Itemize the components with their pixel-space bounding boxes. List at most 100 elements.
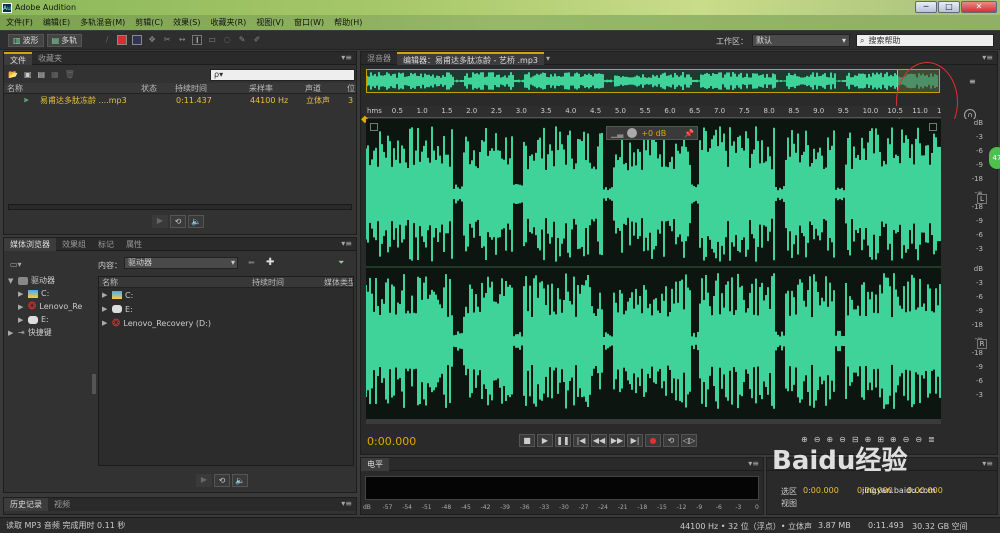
goto-end-button[interactable]: ▶| (627, 434, 643, 447)
open-file-icon[interactable]: 📂 (8, 70, 18, 79)
loop-playback-button[interactable]: ⟲ (663, 434, 679, 447)
spectral-pitch-icon[interactable] (132, 35, 143, 45)
goto-start-button[interactable]: |◀ (573, 434, 589, 447)
db-scale[interactable]: dB -3 -6 -9 -18 -∞ -18 -9 -6 -3 dB -3 -6 -9 -18 -∞ -18 -9… (941, 119, 989, 419)
menu-effects[interactable]: 效果(S) (173, 17, 200, 28)
panel-menu-icon[interactable]: ▾≡ (341, 239, 352, 248)
menu-window[interactable]: 窗口(W) (294, 17, 324, 28)
workspace-select[interactable]: 默认 ▾ (752, 34, 850, 47)
overview-menu-icon[interactable]: ≡ (969, 77, 976, 86)
tab-effects-rack[interactable]: 效果组 (56, 238, 92, 251)
current-time[interactable]: 0:00.000 (367, 435, 416, 448)
fade-out-handle[interactable] (929, 123, 937, 131)
minimize-button[interactable]: ─ (915, 1, 937, 13)
channel-left-toggle[interactable]: L (977, 194, 987, 204)
marquee-tool-icon[interactable]: ▭ (207, 35, 217, 45)
menu-view[interactable]: 视图(V) (256, 17, 284, 28)
tree-splitter[interactable] (92, 374, 96, 394)
delete-icon[interactable]: 🗑 (65, 70, 75, 79)
waveform-view-button[interactable]: ▥ 波形 (8, 33, 44, 47)
tab-video[interactable]: 视频 (48, 498, 76, 511)
play-preview-icon[interactable]: ▶ (152, 215, 168, 228)
back-arrow-icon[interactable]: ⬅ (248, 258, 255, 267)
menu-file[interactable]: 文件(F) (6, 17, 33, 28)
help-search-input[interactable]: ⌕ 搜索帮助 (856, 34, 994, 47)
menu-multitrack[interactable]: 多轨混音(M) (80, 17, 125, 28)
tab-media-browser[interactable]: 媒体浏览器 (4, 237, 56, 251)
insert-icon[interactable]: ▦ (51, 70, 59, 79)
tab-markers[interactable]: 标记 (92, 238, 120, 251)
col-media-name[interactable]: 名称 (99, 277, 249, 287)
skip-selection-button[interactable]: ◁▷ (681, 434, 697, 447)
brush-tool-icon[interactable]: ✎ (237, 35, 247, 45)
play-button[interactable]: ▶ (537, 434, 553, 447)
move-tool-icon[interactable]: ✥ (147, 35, 157, 45)
spot-heal-tool-icon[interactable]: ✐ (252, 35, 262, 45)
tree-item-lenovo[interactable]: ▶ ❂ Lenovo_Re (8, 300, 92, 313)
tab-favorites[interactable]: 收藏夹 (32, 52, 68, 65)
panel-menu-icon[interactable]: ▾≡ (341, 499, 352, 508)
volume-knob-icon[interactable] (627, 128, 638, 138)
col-media-type[interactable]: 媒体类型 (321, 277, 353, 287)
stop-button[interactable]: ■ (519, 434, 535, 447)
panel-menu-icon[interactable]: ▾≡ (341, 53, 352, 62)
col-channels[interactable]: 声道 (302, 83, 344, 93)
import-icon[interactable]: ▣ (24, 70, 32, 79)
tab-history[interactable]: 历史记录 (4, 498, 48, 511)
waveform-overview[interactable] (366, 69, 940, 93)
media-item-lenovo[interactable]: ▶ ❂ Lenovo_Recovery (D:) (99, 316, 353, 330)
panel-menu-icon[interactable]: ▾≡ (748, 459, 759, 468)
media-item-e[interactable]: ▶ E: (99, 302, 353, 316)
close-button[interactable]: ✕ (961, 1, 997, 13)
rewind-button[interactable]: ◀◀ (591, 434, 607, 447)
files-horizontal-scrollbar[interactable] (8, 204, 352, 210)
editor-dropdown-icon[interactable]: ▾ (546, 54, 550, 63)
record-button[interactable]: ● (645, 434, 661, 447)
hud-volume[interactable]: ▁▃ +0 dB 📌 (606, 126, 698, 140)
time-ruler[interactable]: hms 0.5 1.0 1.5 2.0 2.5 3.0 3.5 4.0 4.5 5.0 5.5 6.0 6… (366, 106, 941, 118)
menu-edit[interactable]: 编辑(E) (43, 17, 70, 28)
zoom-all-icon[interactable]: ⊖ (915, 435, 922, 444)
content-select[interactable]: 驱动器 ▾ (124, 257, 238, 269)
channel-right-toggle[interactable]: R (977, 339, 987, 349)
menu-favorites[interactable]: 收藏夹(R) (210, 17, 246, 28)
filter-icon[interactable]: ⏷ (338, 258, 344, 268)
display-toggle-icon[interactable]: ▭▾ (10, 260, 22, 269)
panel-menu-icon[interactable]: ▾≡ (982, 459, 993, 468)
col-rate[interactable]: 采样率 (246, 83, 302, 93)
zoom-menu-icon[interactable]: ≣ (928, 435, 935, 444)
menu-clip[interactable]: 剪辑(C) (135, 17, 163, 28)
new-file-icon[interactable]: ▤ (38, 70, 46, 79)
slip-tool-icon[interactable]: ↔ (177, 35, 187, 45)
waveform-display[interactable]: ▁▃ +0 dB 📌 (366, 119, 941, 419)
media-item-c[interactable]: ▶ C: (99, 288, 353, 302)
multitrack-view-button[interactable]: ▤ 多轨 (46, 33, 83, 47)
editor-scrollbar[interactable] (366, 419, 941, 424)
tab-editor[interactable]: 编辑器：易甫达多肽冻龄 - 艺桥 .mp3 (397, 51, 545, 65)
menu-help[interactable]: 帮助(H) (334, 17, 362, 28)
col-media-duration[interactable]: 持续时间 (249, 277, 321, 287)
play-preview-icon[interactable]: ▶ (196, 474, 212, 487)
tree-item-e[interactable]: ▶ E: (8, 313, 92, 326)
razor-tool-icon[interactable]: ✂ (162, 35, 172, 45)
col-duration[interactable]: 持续时间 (172, 83, 246, 93)
tab-level[interactable]: 电平 (361, 457, 389, 471)
tab-properties[interactable]: 属性 (120, 238, 148, 251)
files-search-input[interactable]: ρ▾ (210, 69, 355, 81)
loop-icon[interactable]: ⟲ (170, 215, 186, 228)
maximize-button[interactable]: □ (938, 1, 960, 13)
fade-in-handle[interactable] (370, 123, 378, 131)
loop-icon[interactable]: ⟲ (214, 474, 230, 487)
lasso-tool-icon[interactable]: ◌ (222, 35, 232, 45)
tab-files[interactable]: 文件 (4, 51, 32, 65)
pin-icon[interactable]: 📌 (684, 129, 694, 138)
autoplay-icon[interactable]: 🔈 (188, 215, 204, 228)
col-status[interactable]: 状态 (138, 83, 172, 93)
autoplay-icon[interactable]: 🔈 (232, 474, 248, 487)
pause-button[interactable]: ❚❚ (555, 434, 571, 447)
fast-forward-button[interactable]: ▶▶ (609, 434, 625, 447)
tree-item-c[interactable]: ▶ C: (8, 287, 92, 300)
panel-menu-icon[interactable]: ▾≡ (982, 53, 993, 62)
time-selection-tool-icon[interactable]: I (192, 35, 203, 45)
tab-mixer[interactable]: 混音器 (361, 52, 397, 65)
